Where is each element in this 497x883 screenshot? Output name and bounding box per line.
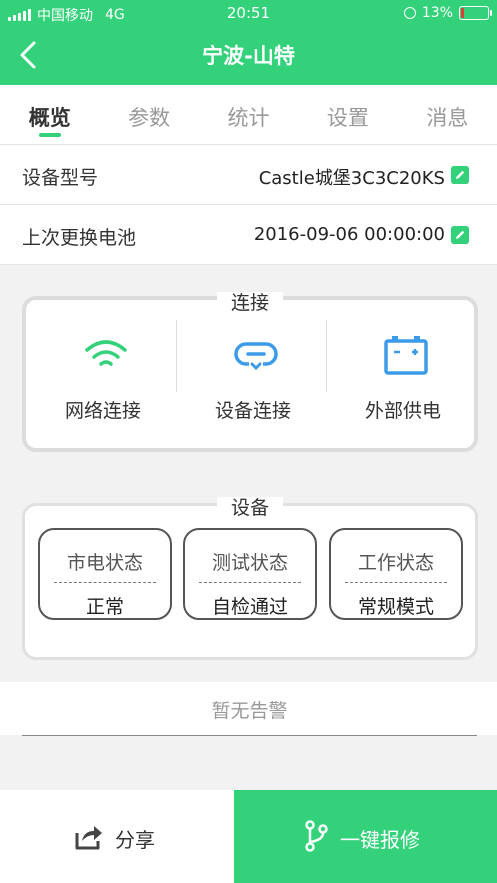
divider — [326, 320, 327, 392]
test-status: 测试状态 自检通过 — [183, 528, 317, 620]
link-icon — [234, 342, 278, 371]
tab-settings[interactable]: 设置 — [298, 85, 397, 144]
model-row: 设备型号 Castle城堡3C3C20KS — [0, 145, 497, 205]
divider — [199, 582, 301, 583]
battery-percent: 13% — [421, 5, 453, 21]
mains-status-title: 市电状态 — [66, 552, 143, 574]
rotation-lock-icon — [403, 7, 416, 19]
page-title: 宁波-山特 — [202, 44, 295, 68]
tab-bar: 概览 参数 统计 设置 消息 — [0, 85, 497, 145]
device-card: 设备 市电状态 正常 测试状态 自检通过 工作状态 常规模式 — [22, 497, 478, 660]
share-label: 分享 — [115, 828, 155, 852]
device-connection[interactable]: 设备连接 — [178, 322, 328, 432]
work-status: 工作状态 常规模式 — [329, 528, 463, 620]
status-bar: 中国移动 4G 20:51 13% — [0, 0, 497, 28]
connection-title: 连接 — [216, 292, 283, 314]
device-connection-label: 设备连接 — [214, 400, 291, 422]
share-icon — [75, 826, 102, 850]
divider — [176, 320, 177, 392]
connection-card: 连接 网络连接 设备连接 外部供电 — [22, 292, 478, 452]
model-value: Castle城堡3C3C20KS — [258, 168, 445, 189]
tab-messages[interactable]: 消息 — [398, 85, 497, 144]
test-status-value: 自检通过 — [211, 596, 288, 618]
test-status-title: 测试状态 — [211, 552, 288, 574]
branch-icon — [305, 820, 328, 852]
work-status-value: 常规模式 — [357, 596, 434, 618]
external-power-label: 外部供电 — [364, 400, 441, 422]
divider — [54, 582, 156, 583]
battery-icon — [459, 6, 492, 20]
network-connection[interactable]: 网络连接 — [28, 322, 178, 432]
battery-change-label: 上次更换电池 — [22, 227, 137, 249]
network-connection-label: 网络连接 — [64, 400, 141, 422]
bottom-action-bar: 分享 一键报修 — [0, 790, 497, 883]
battery-change-value: 2016-09-06 00:00:00 — [253, 224, 445, 245]
divider — [345, 582, 447, 583]
work-status-title: 工作状态 — [357, 552, 434, 574]
tab-params[interactable]: 参数 — [99, 85, 198, 144]
repair-button[interactable]: 一键报修 — [234, 790, 497, 883]
edit-battery-date-icon[interactable] — [451, 226, 469, 244]
battery-row: 上次更换电池 2016-09-06 00:00:00 — [0, 205, 497, 265]
repair-label: 一键报修 — [340, 828, 420, 852]
tab-stats[interactable]: 统计 — [199, 85, 298, 144]
battery-icon — [384, 336, 428, 375]
external-power[interactable]: 外部供电 — [328, 322, 478, 432]
mains-status-value: 正常 — [85, 596, 124, 618]
model-label: 设备型号 — [22, 167, 99, 189]
alarm-status: 暂无告警 — [22, 682, 477, 736]
wifi-icon — [85, 340, 127, 366]
device-title: 设备 — [216, 497, 283, 519]
mains-status: 市电状态 正常 — [38, 528, 172, 620]
top-bar: 中国移动 4G 20:51 13% 宁波-山特 — [0, 0, 497, 85]
share-button[interactable]: 分享 — [0, 790, 234, 883]
edit-model-icon[interactable] — [451, 166, 469, 184]
tab-overview[interactable]: 概览 — [0, 85, 99, 144]
